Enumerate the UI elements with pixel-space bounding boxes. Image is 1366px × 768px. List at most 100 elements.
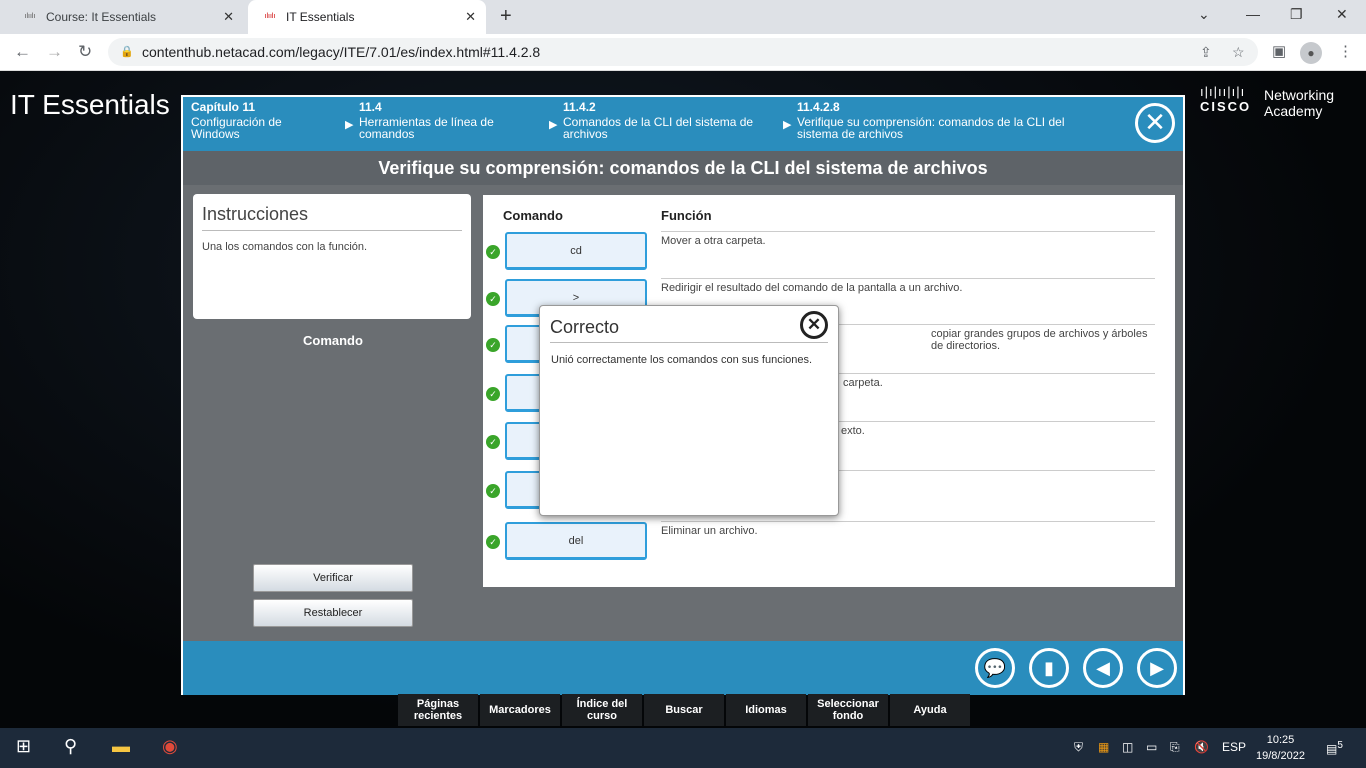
taskbar-clock[interactable]: 10:25 19/8/2022 bbox=[1256, 732, 1305, 764]
side-panel-icon[interactable]: ▣ bbox=[1272, 42, 1286, 60]
language-indicator[interactable]: ESP bbox=[1222, 740, 1246, 754]
column-header-function: Función bbox=[661, 208, 712, 223]
cisco-networking-academy-logo: ı|ı|ıı|ı|ı CISCO Networking Academy bbox=[1200, 84, 1334, 120]
notifications-icon[interactable]: ▤5 bbox=[1326, 740, 1343, 756]
file-explorer-icon[interactable]: ▬ bbox=[112, 736, 130, 757]
browser-tab-bar: ılıılı Course: It Essentials ✕ ılıılı IT… bbox=[0, 0, 1366, 34]
clock-time: 10:25 bbox=[1266, 734, 1295, 746]
logo-text: Networking Academy bbox=[1264, 87, 1335, 119]
breadcrumb-chapter[interactable]: Capítulo 11 Configuración de Windows bbox=[191, 101, 331, 140]
menu-help[interactable]: Ayuda bbox=[890, 694, 970, 726]
menu-bookmarks[interactable]: Marcadores bbox=[480, 694, 560, 726]
verify-button[interactable]: Verificar bbox=[253, 564, 413, 592]
menu-kebab-icon[interactable]: ⋮ bbox=[1338, 42, 1353, 60]
windows-taskbar: ⊞ ⚲ ▬ ◉ ⛨ ▦ ◫ ▭ ⎘ 🔇 ESP 10:25 19/8/2022 … bbox=[0, 728, 1366, 768]
menu-search[interactable]: Buscar bbox=[644, 694, 724, 726]
close-window-icon[interactable]: ✕ bbox=[1336, 6, 1348, 23]
forward-icon[interactable]: → bbox=[46, 42, 63, 62]
menu-select-background[interactable]: Seleccionar fondo bbox=[808, 694, 888, 726]
breadcrumb-page[interactable]: ▶ 11.4.2.8 Verifique su comprensión: coma… bbox=[783, 101, 1097, 140]
chevron-right-icon: ▶ bbox=[345, 119, 354, 131]
chevron-right-icon: ▶ bbox=[783, 119, 792, 131]
tab-search-chevron-icon[interactable]: ⌄ bbox=[1198, 6, 1210, 23]
close-course-button[interactable]: ✕ bbox=[1135, 103, 1175, 143]
windows-start-icon[interactable]: ⊞ bbox=[16, 736, 31, 757]
dialog-title: Correcto bbox=[550, 317, 620, 337]
function-text: Eliminar un archivo. bbox=[661, 521, 1155, 567]
bookmark-star-icon[interactable]: ☆ bbox=[1232, 38, 1245, 66]
cisco-wordmark: CISCO bbox=[1200, 99, 1252, 114]
column-header-command: Comando bbox=[503, 208, 563, 223]
command-pool-label: Comando bbox=[303, 333, 363, 348]
check-icon: ✓ bbox=[486, 435, 500, 449]
breadcrumb-subsection[interactable]: ▶ 11.4.2 Comandos de la CLI del sistema d… bbox=[549, 101, 763, 140]
function-text: Mover a otra carpeta. bbox=[661, 231, 1155, 277]
next-page-button[interactable]: ▶ bbox=[1137, 648, 1177, 688]
close-tab-icon[interactable]: ✕ bbox=[223, 9, 234, 25]
reload-icon[interactable]: ↻ bbox=[78, 42, 92, 62]
bookmark-icon: ▮ bbox=[1044, 658, 1054, 678]
usb-icon[interactable]: ⎘ bbox=[1170, 740, 1180, 755]
new-tab-icon[interactable]: + bbox=[500, 5, 512, 28]
check-icon: ✓ bbox=[486, 387, 500, 401]
dialog-divider bbox=[550, 342, 828, 343]
cisco-bars-icon: ı|ı|ıı|ı|ı bbox=[1200, 84, 1246, 99]
minimize-icon[interactable]: — bbox=[1246, 6, 1260, 22]
notification-count: 5 bbox=[1337, 740, 1343, 751]
instructions-text: Una los comandos con la función. bbox=[202, 241, 368, 253]
security-icon[interactable]: ⛨ bbox=[1074, 740, 1083, 755]
command-drop-box[interactable]: cd bbox=[505, 232, 647, 270]
chrome-icon[interactable]: ◉ bbox=[162, 736, 178, 757]
activity-title: Verifique su comprensión: comandos de la… bbox=[183, 151, 1183, 185]
close-icon: ✕ bbox=[806, 315, 822, 334]
cisco-favicon-icon: ılıılı bbox=[264, 13, 276, 20]
speech-bubble-icon: 💬 bbox=[983, 658, 1007, 678]
network-icon[interactable]: ▭ bbox=[1146, 740, 1157, 754]
breadcrumb-section[interactable]: ▶ 11.4 Herramientas de línea de comandos bbox=[345, 101, 519, 140]
share-icon[interactable]: ⇪ bbox=[1200, 38, 1212, 66]
app-tray-icon[interactable]: ▦ bbox=[1098, 740, 1109, 754]
meet-now-icon[interactable]: ◫ bbox=[1122, 740, 1133, 754]
check-icon: ✓ bbox=[486, 338, 500, 352]
instructions-heading: Instrucciones bbox=[202, 204, 462, 231]
browser-tab-course[interactable]: ılıılı Course: It Essentials ✕ bbox=[8, 0, 244, 34]
feedback-dialog: Correcto ✕ Unió correctamente los comand… bbox=[539, 305, 839, 516]
close-icon: ✕ bbox=[1144, 107, 1166, 137]
check-icon: ✓ bbox=[486, 484, 500, 498]
lock-icon[interactable]: 🔒 bbox=[120, 38, 134, 66]
search-icon[interactable]: ⚲ bbox=[64, 736, 77, 757]
check-icon: ✓ bbox=[486, 535, 500, 549]
tab-label: IT Essentials bbox=[286, 10, 355, 24]
dialog-message: Unió correctamente los comandos con sus … bbox=[551, 354, 813, 366]
check-icon: ✓ bbox=[486, 245, 500, 259]
chevron-right-icon: ▶ bbox=[549, 119, 558, 131]
breadcrumb: Capítulo 11 Configuración de Windows ▶ 11… bbox=[183, 97, 1183, 151]
volume-muted-icon[interactable]: 🔇 bbox=[1194, 740, 1209, 754]
back-icon[interactable]: ← bbox=[14, 42, 31, 62]
clock-date: 19/8/2022 bbox=[1256, 750, 1305, 762]
chevron-left-icon: ◀ bbox=[1096, 658, 1110, 678]
course-navigation-bar: 💬 ▮ ◀ ▶ bbox=[183, 641, 1183, 695]
tab-label: Course: It Essentials bbox=[46, 10, 157, 24]
bookmark-button[interactable]: ▮ bbox=[1029, 648, 1069, 688]
dialog-close-button[interactable]: ✕ bbox=[800, 311, 828, 339]
reset-button[interactable]: Restablecer bbox=[253, 599, 413, 627]
cisco-favicon-icon: ılıılı bbox=[24, 13, 36, 20]
profile-avatar-icon[interactable]: ● bbox=[1300, 42, 1322, 64]
menu-course-index[interactable]: Índice del curso bbox=[562, 694, 642, 726]
command-drop-box[interactable]: del bbox=[505, 522, 647, 560]
check-icon: ✓ bbox=[486, 292, 500, 306]
address-bar: ← → ↻ 🔒 contenthub.netacad.com/legacy/IT… bbox=[0, 34, 1366, 71]
menu-languages[interactable]: Idiomas bbox=[726, 694, 806, 726]
chevron-right-icon: ▶ bbox=[1150, 658, 1164, 678]
menu-recent-pages[interactable]: Páginas recientes bbox=[398, 694, 478, 726]
restore-icon[interactable]: ❐ bbox=[1290, 6, 1303, 23]
comment-button[interactable]: 💬 bbox=[975, 648, 1015, 688]
app-title: IT Essentials bbox=[10, 89, 170, 120]
bottom-menu: Páginas recientes Marcadores Índice del … bbox=[398, 694, 972, 726]
url-text: contenthub.netacad.com/legacy/ITE/7.01/e… bbox=[142, 44, 541, 60]
previous-page-button[interactable]: ◀ bbox=[1083, 648, 1123, 688]
close-tab-icon[interactable]: ✕ bbox=[465, 9, 476, 25]
url-field[interactable]: 🔒 contenthub.netacad.com/legacy/ITE/7.01… bbox=[108, 38, 1258, 66]
browser-tab-it-essentials[interactable]: ılıılı IT Essentials ✕ bbox=[248, 0, 486, 34]
